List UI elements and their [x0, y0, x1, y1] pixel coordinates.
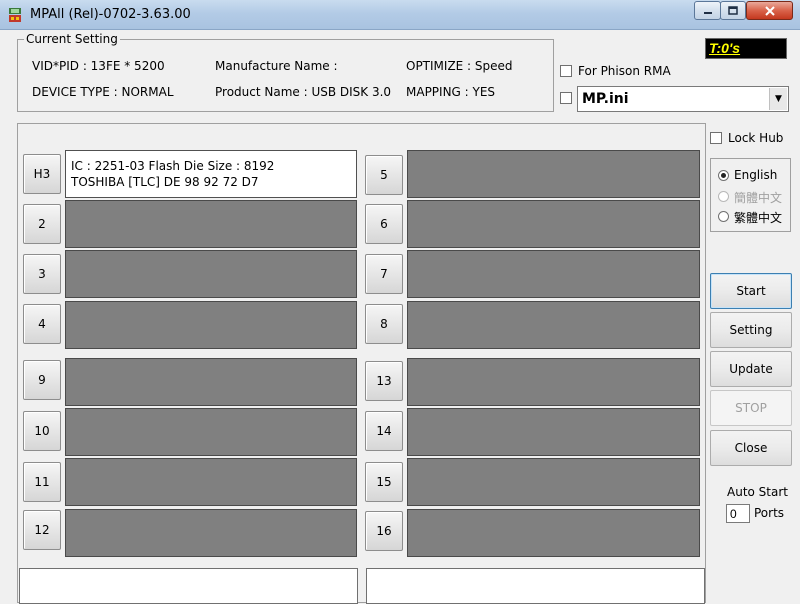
- timer-display: T:0's: [705, 38, 787, 59]
- timer-text: T:0's: [709, 40, 741, 56]
- left-log-box: [19, 568, 358, 604]
- port-slot-3: [65, 250, 357, 298]
- port-slot-h3: IC : 2251-03 Flash Die Size : 8192 TOSHI…: [65, 150, 357, 198]
- port-slot-6: [407, 200, 700, 248]
- port-button-7[interactable]: 7: [365, 254, 403, 294]
- lock-hub-checkbox[interactable]: [710, 132, 722, 144]
- right-log-box: [366, 568, 705, 604]
- port-button-11[interactable]: 11: [23, 462, 61, 502]
- current-setting-group: Current Setting VID*PID : 13FE * 5200 Ma…: [17, 32, 554, 112]
- port-slot-16: [407, 509, 700, 557]
- port-button-6[interactable]: 6: [365, 204, 403, 244]
- ini-checkbox[interactable]: [560, 92, 572, 104]
- phison-rma-checkbox[interactable]: [560, 65, 572, 77]
- port-slot-4: [65, 301, 357, 349]
- port-slot-14: [407, 408, 700, 456]
- radio-simplified-chinese[interactable]: [718, 191, 729, 202]
- port-slot-8: [407, 301, 700, 349]
- stop-button[interactable]: STOP: [710, 390, 792, 426]
- port-slot-7: [407, 250, 700, 298]
- port-button-10[interactable]: 10: [23, 411, 61, 451]
- port-button-14[interactable]: 14: [365, 411, 403, 451]
- maximize-button[interactable]: [720, 1, 746, 20]
- port-button-8[interactable]: 8: [365, 304, 403, 344]
- title-bar: MPAll (Rel)-0702-3.63.00: [0, 0, 800, 30]
- port-slot-11: [65, 458, 357, 506]
- ini-file-select[interactable]: MP.ini ▼: [577, 86, 789, 112]
- port-h3-flash-info: TOSHIBA [TLC] DE 98 92 72 D7: [71, 175, 259, 189]
- close-icon: [764, 5, 775, 16]
- port-button-15[interactable]: 15: [365, 462, 403, 502]
- port-slot-15: [407, 458, 700, 506]
- lock-hub-label: Lock Hub: [728, 131, 784, 145]
- close-window-button[interactable]: [746, 1, 793, 20]
- product-name-text: Product Name : USB DISK 3.0: [215, 85, 392, 99]
- port-slot-13: [407, 358, 700, 406]
- close-button[interactable]: Close: [710, 430, 792, 466]
- setting-button[interactable]: Setting: [710, 312, 792, 348]
- port-button-5[interactable]: 5: [365, 155, 403, 195]
- optimize-text: OPTIMIZE : Speed: [406, 59, 513, 73]
- auto-start-label: Auto Start: [727, 485, 788, 499]
- minimize-icon: [703, 11, 712, 14]
- port-button-12[interactable]: 12: [23, 510, 61, 550]
- window-title: MPAll (Rel)-0702-3.63.00: [30, 7, 191, 22]
- port-button-9[interactable]: 9: [23, 360, 61, 400]
- auto-start-ports-input[interactable]: [726, 504, 750, 523]
- port-panel: H3 IC : 2251-03 Flash Die Size : 8192 TO…: [17, 123, 706, 604]
- port-button-13[interactable]: 13: [365, 361, 403, 401]
- radio-simplified-chinese-label: 簡體中文: [734, 191, 783, 205]
- port-button-4[interactable]: 4: [23, 304, 61, 344]
- port-h3-ic-info: IC : 2251-03 Flash Die Size : 8192: [71, 159, 275, 173]
- port-button-16[interactable]: 16: [365, 511, 403, 551]
- port-slot-9: [65, 358, 357, 406]
- phison-rma-label: For Phison RMA: [578, 64, 671, 78]
- radio-traditional-chinese[interactable]: [718, 211, 729, 222]
- port-button-h3[interactable]: H3: [23, 154, 61, 194]
- ini-file-value: MP.ini: [582, 91, 629, 107]
- maximize-icon: [728, 6, 738, 15]
- start-button[interactable]: Start: [710, 273, 792, 309]
- language-group: English 簡體中文 繁體中文: [710, 158, 791, 232]
- current-setting-legend: Current Setting: [24, 32, 120, 46]
- radio-traditional-chinese-label: 繁體中文: [734, 211, 783, 225]
- mapping-text: MAPPING : YES: [406, 85, 496, 99]
- manufacture-name-text: Manufacture Name :: [215, 59, 338, 73]
- minimize-button[interactable]: [694, 1, 721, 20]
- device-type-text: DEVICE TYPE : NORMAL: [32, 85, 174, 99]
- auto-start-ports-unit: Ports: [754, 506, 785, 520]
- port-slot-2: [65, 200, 357, 248]
- client-area: Current Setting VID*PID : 13FE * 5200 Ma…: [8, 30, 792, 604]
- port-button-2[interactable]: 2: [23, 204, 61, 244]
- radio-english-label: English: [734, 168, 778, 182]
- port-slot-12: [65, 509, 357, 557]
- update-button[interactable]: Update: [710, 351, 792, 387]
- port-slot-10: [65, 408, 357, 456]
- vid-pid-text: VID*PID : 13FE * 5200: [32, 59, 165, 73]
- chevron-down-icon[interactable]: ▼: [769, 88, 787, 110]
- app-icon: [9, 8, 21, 22]
- port-slot-5: [407, 150, 700, 198]
- port-button-3[interactable]: 3: [23, 254, 61, 294]
- radio-english[interactable]: [718, 170, 729, 181]
